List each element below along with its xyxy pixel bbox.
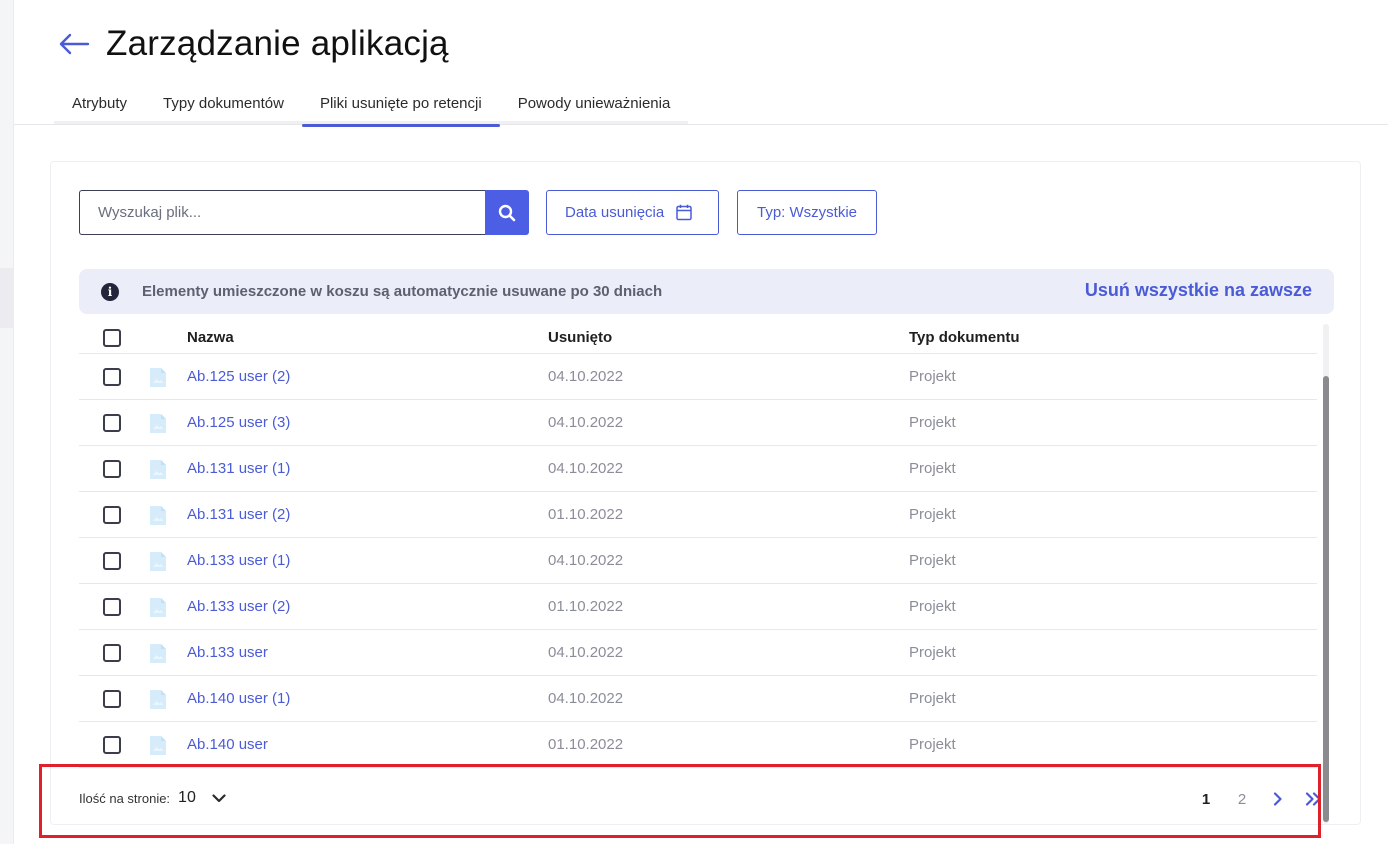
deleted-date: 04.10.2022 (548, 460, 624, 477)
file-name-link[interactable]: Ab.140 user (187, 736, 268, 753)
file-icon (150, 598, 166, 617)
per-page-dropdown[interactable] (212, 793, 226, 803)
document-type: Projekt (909, 690, 956, 707)
deleted-date: 01.10.2022 (548, 736, 624, 753)
double-chevron-right-icon (1305, 792, 1321, 806)
row-checkbox[interactable] (103, 690, 121, 708)
row-checkbox[interactable] (103, 414, 121, 432)
page-header: Zarządzanie aplikacją Atrybuty Typy doku… (14, 0, 1388, 127)
tab-deleted-files[interactable]: Pliki usunięte po retencji (301, 86, 500, 127)
row-checkbox[interactable] (103, 460, 121, 478)
row-checkbox[interactable] (103, 368, 121, 386)
back-button[interactable] (56, 26, 92, 62)
pagination: 1 2 (1188, 786, 1332, 812)
column-header-doc-type[interactable]: Typ dokumentu (909, 329, 1020, 346)
row-checkbox[interactable] (103, 506, 121, 524)
table-row[interactable]: Ab.133 user 04.10.2022 Projekt (79, 630, 1317, 676)
per-page-value[interactable]: 10 (178, 789, 196, 807)
page-1-button[interactable]: 1 (1188, 786, 1224, 812)
page-title: Zarządzanie aplikacją (106, 24, 449, 63)
search-input[interactable] (79, 190, 485, 235)
table-row[interactable]: Ab.133 user (2) 01.10.2022 Projekt (79, 584, 1317, 630)
row-checkbox[interactable] (103, 598, 121, 616)
file-icon (150, 736, 166, 755)
date-filter-label: Data usunięcia (565, 204, 665, 221)
document-type: Projekt (909, 368, 956, 385)
date-filter-button[interactable]: Data usunięcia (546, 190, 719, 235)
row-checkbox[interactable] (103, 736, 121, 754)
row-checkbox[interactable] (103, 552, 121, 570)
document-type: Projekt (909, 460, 956, 477)
file-name-link[interactable]: Ab.125 user (2) (187, 368, 290, 385)
file-icon (150, 644, 166, 663)
deleted-date: 04.10.2022 (548, 368, 624, 385)
file-name-link[interactable]: Ab.131 user (2) (187, 506, 290, 523)
delete-all-forever-link[interactable]: Usuń wszystkie na zawsze (1085, 280, 1312, 301)
left-sidebar-edge (0, 0, 14, 844)
arrow-left-icon (59, 33, 90, 55)
table-row[interactable]: Ab.133 user (1) 04.10.2022 Projekt (79, 538, 1317, 584)
info-icon: i (101, 282, 119, 301)
table-header: Nazwa Usunięto Typ dokumentu (79, 322, 1317, 354)
document-type: Projekt (909, 736, 956, 753)
table-row[interactable]: Ab.140 user 01.10.2022 Projekt (79, 722, 1317, 768)
deleted-date: 04.10.2022 (548, 552, 624, 569)
file-icon (150, 552, 166, 571)
chevron-down-icon (212, 793, 226, 802)
info-text: Elementy umieszczone w koszu są automaty… (142, 283, 663, 300)
file-icon (150, 368, 166, 387)
table-row[interactable]: Ab.125 user (2) 04.10.2022 Projekt (79, 354, 1317, 400)
page-2-button[interactable]: 2 (1224, 786, 1260, 812)
row-checkbox[interactable] (103, 644, 121, 662)
file-name-link[interactable]: Ab.125 user (3) (187, 414, 290, 431)
column-header-name[interactable]: Nazwa (187, 329, 234, 346)
search-icon (498, 204, 516, 221)
deleted-date: 01.10.2022 (548, 506, 624, 523)
last-page-button[interactable] (1296, 786, 1332, 812)
chevron-right-icon (1273, 792, 1282, 806)
document-type: Projekt (909, 644, 956, 661)
tab-attributes[interactable]: Atrybuty (54, 86, 145, 124)
file-name-link[interactable]: Ab.140 user (1) (187, 690, 290, 707)
deleted-date: 04.10.2022 (548, 644, 624, 661)
search-bar (79, 190, 529, 235)
column-header-deleted[interactable]: Usunięto (548, 329, 612, 346)
document-type: Projekt (909, 414, 956, 431)
file-name-link[interactable]: Ab.131 user (1) (187, 460, 290, 477)
document-type: Projekt (909, 506, 956, 523)
deleted-date: 01.10.2022 (548, 598, 624, 615)
content-card: Data usunięcia Typ: Wszystkie i Elementy… (50, 161, 1361, 825)
table-row[interactable]: Ab.125 user (3) 04.10.2022 Projekt (79, 400, 1317, 446)
select-all-checkbox[interactable] (103, 329, 121, 347)
table-row[interactable]: Ab.131 user (2) 01.10.2022 Projekt (79, 492, 1317, 538)
info-banner: i Elementy umieszczone w koszu są automa… (79, 269, 1334, 314)
file-name-link[interactable]: Ab.133 user (1) (187, 552, 290, 569)
file-name-link[interactable]: Ab.133 user (187, 644, 268, 661)
document-type: Projekt (909, 552, 956, 569)
sidebar-notch (0, 268, 14, 328)
deleted-files-table: Nazwa Usunięto Typ dokumentu Ab.125 user… (79, 322, 1317, 768)
tab-document-types[interactable]: Typy dokumentów (145, 86, 302, 124)
document-type: Projekt (909, 598, 956, 615)
file-icon (150, 506, 166, 525)
file-icon (150, 690, 166, 709)
scrollbar-thumb[interactable] (1323, 376, 1329, 822)
table-row[interactable]: Ab.131 user (1) 04.10.2022 Projekt (79, 446, 1317, 492)
per-page-label: Ilość na stronie: (79, 790, 171, 806)
search-button[interactable] (485, 190, 529, 235)
tab-bar: Atrybuty Typy dokumentów Pliki usunięte … (54, 86, 689, 127)
file-icon (150, 460, 166, 479)
table-row[interactable]: Ab.140 user (1) 04.10.2022 Projekt (79, 676, 1317, 722)
file-name-link[interactable]: Ab.133 user (2) (187, 598, 290, 615)
calendar-icon (676, 204, 692, 221)
deleted-date: 04.10.2022 (548, 414, 624, 431)
table-body: Ab.125 user (2) 04.10.2022 Projekt Ab.125 u… (79, 354, 1317, 768)
file-icon (150, 414, 166, 433)
tab-invalidation-reasons[interactable]: Powody unieważnienia (500, 86, 689, 124)
deleted-date: 04.10.2022 (548, 690, 624, 707)
per-page-selector: Ilość na stronie: 10 (79, 789, 226, 807)
next-page-button[interactable] (1260, 786, 1296, 812)
type-filter-button[interactable]: Typ: Wszystkie (737, 190, 877, 235)
type-filter-label: Typ: Wszystkie (756, 204, 857, 221)
